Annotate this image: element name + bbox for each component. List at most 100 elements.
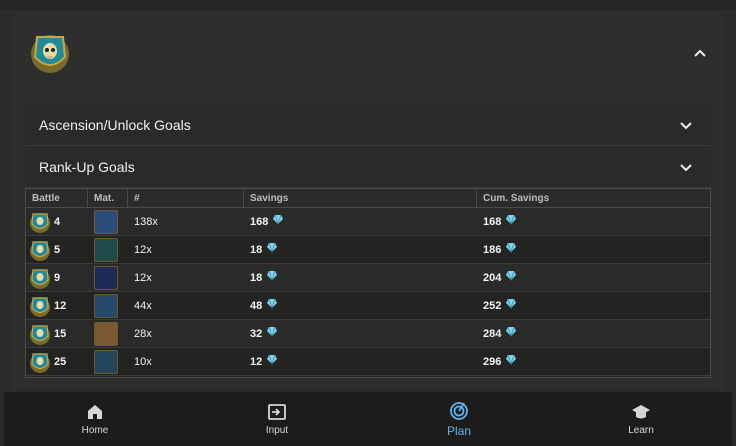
gem-icon: [267, 270, 278, 281]
material-cell: [88, 236, 128, 263]
savings-cell: 48: [244, 292, 477, 319]
accordion-rank-up-goals[interactable]: Rank-Up Goals: [25, 146, 711, 188]
goals-card: Ascension/Unlock Goals Rank-Up Goals Bat…: [12, 12, 725, 390]
cum-savings-cell: 284: [477, 320, 710, 347]
header-battle[interactable]: Battle: [26, 189, 88, 207]
gem-icon: [506, 270, 517, 281]
nav-home[interactable]: Home: [4, 392, 186, 446]
battle-emblem-icon: [30, 212, 50, 233]
battle-emblem-icon: [30, 324, 50, 345]
count-cell: 12x: [134, 243, 152, 256]
material-cell: [88, 348, 128, 375]
nav-plan-label: Plan: [446, 423, 472, 438]
battle-emblem-icon: [30, 296, 50, 317]
savings-cell: 12: [244, 348, 477, 375]
nav-input[interactable]: Input: [186, 392, 368, 446]
table-header: Battle Mat. # Savings Cum. Savings: [26, 189, 710, 208]
count-cell: 44x: [134, 299, 152, 312]
battle-number: 12: [54, 299, 67, 312]
savings-value: 18: [250, 271, 263, 284]
material-icon: [94, 265, 118, 290]
battle-number: 9: [54, 271, 61, 284]
chevron-down-icon: [680, 164, 692, 172]
cum-savings-value: 252: [483, 299, 502, 312]
gem-icon: [506, 354, 517, 365]
header-cum-savings[interactable]: Cum. Savings: [477, 189, 710, 207]
material-cell: [88, 264, 128, 291]
battle-number: 4: [54, 215, 61, 228]
plan-icon: [450, 401, 468, 420]
savings-value: 168: [250, 215, 269, 228]
material-cell: [88, 208, 128, 235]
cum-savings-cell: 252: [477, 292, 710, 319]
bottom-navigation: Home Input Plan Learn: [4, 392, 732, 446]
cum-savings-cell: 186: [477, 236, 710, 263]
table-row: 4 138x 168 168: [26, 208, 710, 236]
header-savings[interactable]: Savings: [244, 189, 477, 207]
cum-savings-value: 168: [483, 215, 502, 228]
material-icon: [94, 349, 118, 374]
battle-cell: 9: [26, 264, 88, 291]
battle-cell: 4: [26, 208, 88, 235]
savings-value: 12: [250, 355, 263, 368]
material-cell: [88, 292, 128, 319]
table-row: 25 10x 12 296: [26, 348, 710, 376]
cum-savings-value: 296: [483, 355, 502, 368]
gem-icon: [273, 214, 284, 225]
battle-cell: 25: [26, 348, 88, 375]
cum-savings-cell: 296: [477, 348, 710, 375]
savings-cell: 18: [244, 264, 477, 291]
savings-cell: 168: [244, 208, 477, 235]
chevron-down-icon: [680, 122, 692, 130]
rank-up-table: Battle Mat. # Savings Cum. Savings 4 138x…: [25, 188, 711, 378]
savings-cell: 32: [244, 320, 477, 347]
nav-input-label: Input: [265, 425, 289, 436]
material-icon: [94, 209, 118, 234]
nav-plan[interactable]: Plan: [368, 392, 550, 446]
gem-icon: [506, 242, 517, 253]
battle-cell: 15: [26, 320, 88, 347]
gem-icon: [267, 242, 278, 253]
count-cell: 10x: [134, 355, 152, 368]
gem-icon: [506, 298, 517, 309]
chevron-up-icon[interactable]: [693, 46, 707, 60]
header-material[interactable]: Mat.: [88, 189, 128, 207]
gem-icon: [267, 298, 278, 309]
nav-learn-label: Learn: [628, 425, 654, 436]
character-emblem-icon: [31, 35, 69, 73]
savings-cell: 18: [244, 236, 477, 263]
battle-emblem-icon: [30, 352, 50, 373]
top-shade: [0, 0, 736, 10]
cum-savings-cell: 168: [477, 208, 710, 235]
material-icon: [94, 321, 118, 346]
material-icon: [94, 237, 118, 262]
gem-icon: [267, 354, 278, 365]
battle-number: 5: [54, 243, 61, 256]
battle-number: 25: [54, 355, 67, 368]
material-cell: [88, 320, 128, 347]
accordion-ascension-unlock-goals[interactable]: Ascension/Unlock Goals: [25, 104, 711, 146]
cum-savings-cell: 204: [477, 264, 710, 291]
home-icon: [88, 405, 102, 419]
material-icon: [94, 293, 118, 318]
table-row: 9 12x 18 204: [26, 264, 710, 292]
gem-icon: [506, 326, 517, 337]
cum-savings-value: 204: [483, 271, 502, 284]
gem-icon: [506, 214, 517, 225]
table-row: 12 44x 48 252: [26, 292, 710, 320]
savings-value: 48: [250, 299, 263, 312]
savings-value: 32: [250, 327, 263, 340]
battle-number: 15: [54, 327, 67, 340]
header-count[interactable]: #: [128, 189, 244, 207]
gem-icon: [267, 326, 278, 337]
table-row: 15 28x 32 284: [26, 320, 710, 348]
count-cell: 138x: [134, 215, 158, 228]
battle-cell: 12: [26, 292, 88, 319]
table-row: 5 12x 18 186: [26, 236, 710, 264]
input-icon: [268, 404, 286, 420]
count-cell: 28x: [134, 327, 152, 340]
battle-cell: 5: [26, 236, 88, 263]
nav-learn[interactable]: Learn: [550, 392, 732, 446]
count-cell: 12x: [134, 271, 152, 284]
battle-emblem-icon: [30, 268, 50, 289]
